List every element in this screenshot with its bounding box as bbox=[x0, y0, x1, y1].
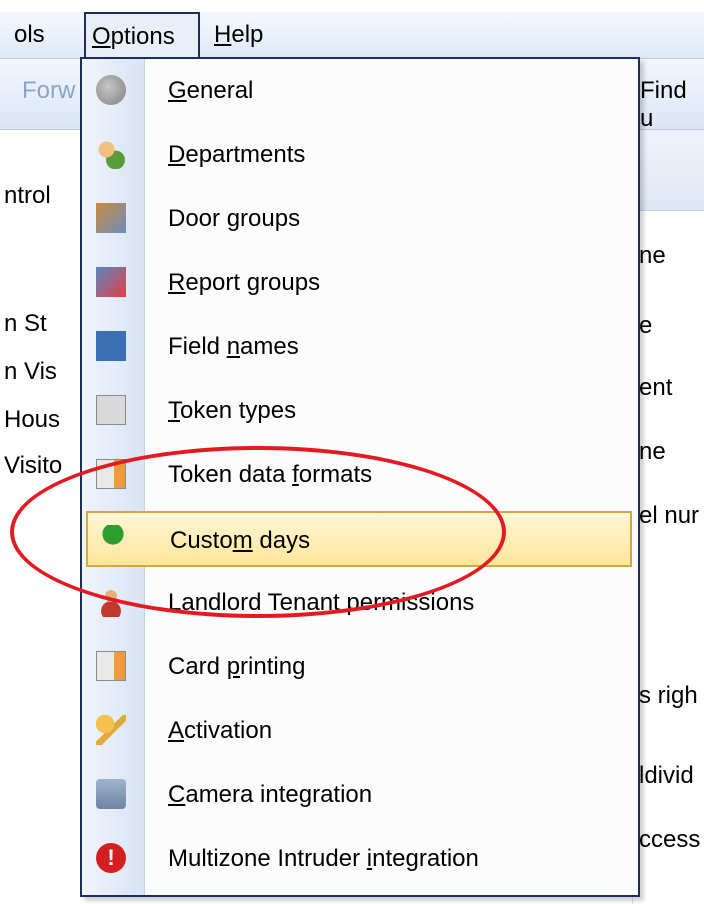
detail-label: ccess bbox=[639, 826, 701, 853]
menu-item-card-printing[interactable]: Card printing bbox=[82, 639, 634, 695]
options-dropdown-menu: General Departments Door groups Report g… bbox=[80, 57, 640, 897]
menu-item-label: Report groups bbox=[168, 269, 321, 296]
menu-item-custom-days[interactable]: Custom days bbox=[86, 511, 632, 567]
detail-label: ldivid bbox=[639, 762, 694, 789]
detail-label: e bbox=[639, 312, 653, 339]
door-icon bbox=[96, 203, 126, 233]
gear-icon bbox=[96, 75, 126, 105]
menu-item-label: Departments bbox=[168, 141, 306, 168]
menu-item-label: Activation bbox=[168, 717, 273, 744]
menu-item-field-names[interactable]: Field names bbox=[82, 319, 634, 375]
alert-icon: ! bbox=[96, 843, 126, 873]
right-details-pane: ne e ent ne el nur s righ ldivid ccess bbox=[632, 130, 704, 904]
window-top-strip bbox=[0, 0, 704, 12]
detail-label: el nur bbox=[639, 502, 700, 529]
menu-help[interactable]: Help bbox=[214, 12, 263, 58]
card-icon bbox=[96, 651, 126, 681]
field-icon bbox=[96, 331, 126, 361]
menu-item-label: Camera integration bbox=[168, 781, 373, 808]
tree-item[interactable]: n Vis bbox=[4, 358, 57, 386]
menu-item-general[interactable]: General bbox=[82, 63, 634, 119]
menu-item-label: Landlord Tenant permissions bbox=[168, 589, 475, 616]
tree-item[interactable]: Visito bbox=[4, 452, 62, 480]
tree-item[interactable]: n St bbox=[4, 310, 47, 338]
menu-tools[interactable]: ols bbox=[14, 12, 45, 58]
menu-item-token-types[interactable]: Token types bbox=[82, 383, 634, 439]
menu-item-token-data-formats[interactable]: Token data formats bbox=[82, 447, 634, 503]
person-icon bbox=[96, 587, 126, 617]
find-button[interactable]: Find u bbox=[640, 77, 704, 133]
menu-item-departments[interactable]: Departments bbox=[82, 127, 634, 183]
options-rest: ptions bbox=[110, 23, 175, 50]
help-rest: elp bbox=[231, 21, 264, 48]
menu-item-door-groups[interactable]: Door groups bbox=[82, 191, 634, 247]
menu-bar: ols Options Help bbox=[0, 12, 704, 59]
camera-icon bbox=[96, 779, 126, 809]
detail-label: ne bbox=[639, 242, 666, 269]
menu-item-landlord-tenant-permissions[interactable]: Landlord Tenant permissions bbox=[82, 575, 634, 631]
detail-label: ent bbox=[639, 374, 673, 401]
menu-item-label: Token data formats bbox=[168, 461, 373, 488]
key-icon bbox=[96, 715, 126, 745]
card-icon bbox=[96, 395, 126, 425]
left-tree-pane: ntrol n St n Vis Hous Visito bbox=[0, 130, 80, 904]
help-mnemonic: H bbox=[214, 21, 232, 48]
menu-item-label: Door groups bbox=[168, 205, 301, 232]
menu-item-label: Field names bbox=[168, 333, 299, 360]
palm-tree-icon bbox=[98, 525, 128, 555]
menu-item-label: Multizone Intruder integration bbox=[168, 845, 479, 872]
menu-item-activation[interactable]: Activation bbox=[82, 703, 634, 759]
menu-options[interactable]: Options bbox=[84, 12, 200, 58]
options-mnemonic: O bbox=[92, 23, 111, 50]
detail-label: ne bbox=[639, 438, 666, 465]
report-icon bbox=[96, 267, 126, 297]
menu-item-label: General bbox=[168, 77, 254, 104]
details-header bbox=[633, 130, 704, 211]
menu-item-multizone-intruder-integration[interactable]: ! Multizone Intruder integration bbox=[82, 831, 634, 887]
menu-item-label: Custom days bbox=[170, 527, 311, 554]
tree-item[interactable]: ntrol bbox=[4, 182, 51, 210]
tree-item[interactable]: Hous bbox=[4, 406, 60, 434]
people-icon bbox=[96, 139, 126, 169]
menu-item-report-groups[interactable]: Report groups bbox=[82, 255, 634, 311]
menu-item-camera-integration[interactable]: Camera integration bbox=[82, 767, 634, 823]
forward-button[interactable]: Forw bbox=[22, 77, 75, 105]
card-icon bbox=[96, 459, 126, 489]
detail-label: s righ bbox=[639, 682, 698, 709]
menu-item-label: Card printing bbox=[168, 653, 306, 680]
menu-item-label: Token types bbox=[168, 397, 297, 424]
